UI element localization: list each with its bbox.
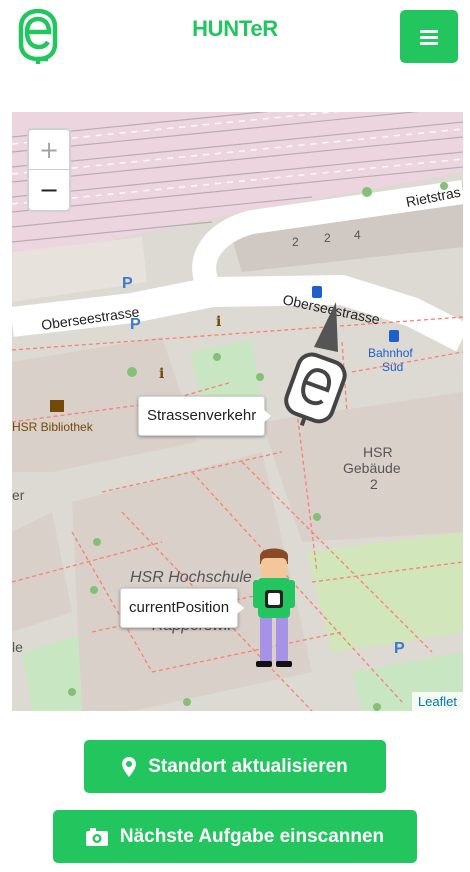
hamburger-menu-icon [420,29,438,45]
map-attribution[interactable]: Leaflet [411,692,463,711]
header: HUNTeR [0,0,470,80]
marker-tooltip-strassenverkehr: Strassenverkehr [138,396,272,436]
update-location-button[interactable]: Standort aktualisieren [84,740,386,793]
e-pin-marker-icon[interactable] [278,302,352,442]
scan-next-task-button[interactable]: Nächste Aufgabe einscannen [53,810,417,863]
map[interactable]: Oberseestrasse Oberseestrasse Rietstras … [12,112,463,711]
zoom-in-button[interactable]: + [29,130,69,170]
marker-tooltip-current-position: currentPosition [120,588,245,628]
scan-next-task-label: Nächste Aufgabe einscannen [119,825,385,847]
menu-button[interactable] [400,10,458,63]
map-marker-icon [122,756,137,777]
zoom-out-button[interactable]: − [29,170,69,209]
update-location-label: Standort aktualisieren [148,755,348,777]
camera-icon [85,827,108,846]
hunter-avatar-icon[interactable] [250,544,298,670]
zoom-control: + − [27,128,71,212]
